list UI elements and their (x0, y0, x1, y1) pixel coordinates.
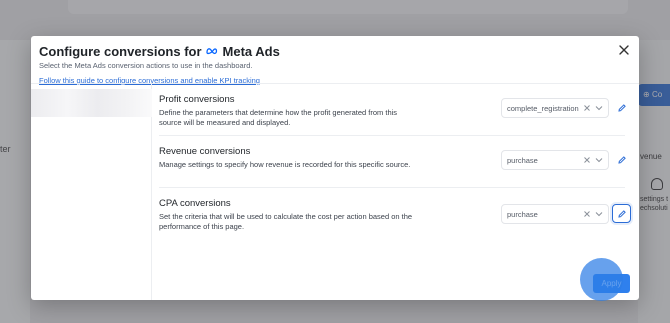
modal-body: Profit conversions Define the parameters… (31, 83, 639, 300)
clear-x-icon[interactable] (582, 155, 592, 165)
section-description: Set the criteria that will be used to ca… (159, 212, 413, 231)
sidebar-item-blurred[interactable] (31, 89, 152, 117)
pencil-icon (617, 103, 626, 112)
profit-conversions-section: Profit conversions Define the parameters… (159, 84, 626, 136)
pencil-icon (617, 209, 626, 218)
section-description: Define the parameters that determine how… (159, 108, 398, 127)
pencil-icon (617, 155, 626, 164)
configure-conversions-modal: Configure conversions for Meta Ads Selec… (31, 36, 639, 300)
chevron-down-icon (595, 106, 603, 111)
chevron-down-icon (595, 212, 603, 217)
revenue-conversion-select[interactable]: purchase (501, 150, 609, 170)
select-value: purchase (507, 209, 538, 219)
clear-x-icon[interactable] (582, 103, 592, 113)
section-description: Manage settings to specify how revenue i… (159, 160, 411, 169)
profit-conversion-select[interactable]: complete_registration (501, 98, 609, 118)
chevron-down-icon (595, 158, 603, 163)
clear-x-icon[interactable] (582, 209, 592, 219)
source-sidebar (31, 84, 152, 300)
select-value: purchase (507, 155, 538, 165)
section-title: CPA conversions (159, 198, 231, 209)
section-title: Profit conversions (159, 94, 235, 105)
modal-subtitle: Select the Meta Ads conversion actions t… (39, 61, 253, 70)
section-title: Revenue conversions (159, 146, 251, 157)
close-icon (619, 45, 629, 55)
modal-title-prefix: Configure conversions for (39, 43, 202, 59)
modal-header: Configure conversions for Meta Ads Selec… (39, 43, 609, 88)
cpa-conversions-section: CPA conversions Set the criteria that wi… (159, 188, 631, 240)
click-indicator (580, 258, 623, 301)
edit-revenue-button[interactable] (612, 150, 631, 169)
close-button[interactable] (617, 43, 631, 57)
select-value: complete_registration (507, 103, 579, 113)
cpa-conversion-select[interactable]: purchase (501, 204, 609, 224)
revenue-conversions-section: Revenue conversions Manage settings to s… (159, 136, 626, 188)
edit-profit-button[interactable] (612, 98, 631, 117)
modal-title-brand: Meta Ads (222, 43, 280, 59)
meta-logo-icon (205, 48, 217, 55)
modal-title: Configure conversions for Meta Ads (39, 43, 609, 59)
edit-cpa-button[interactable] (612, 204, 631, 223)
